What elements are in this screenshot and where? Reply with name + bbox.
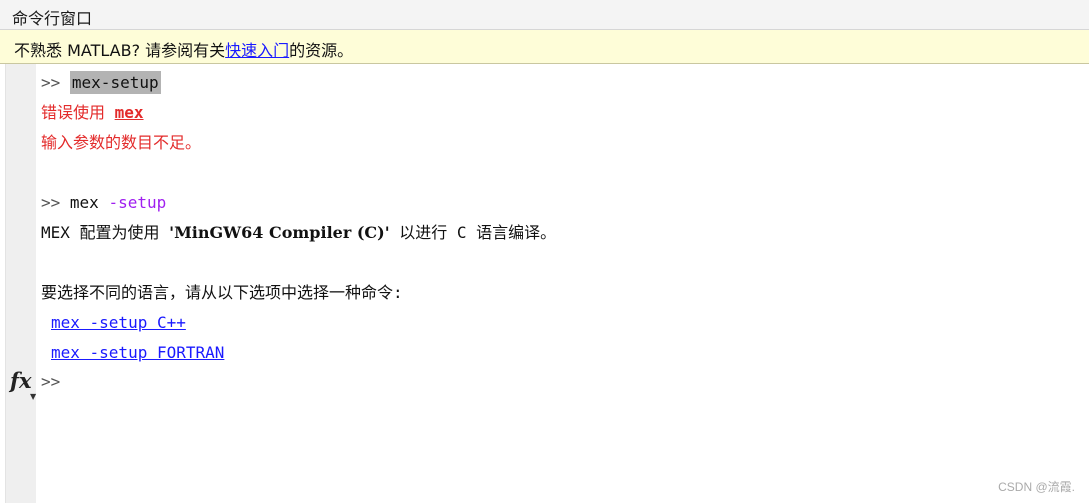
- getting-started-link[interactable]: 快速入门: [225, 41, 289, 60]
- info-line: 不熟悉 MATLAB? 请参阅有关快速入门的资源。: [14, 37, 353, 61]
- mex-config-suffix: 以进行 C 语言编译。: [389, 223, 557, 242]
- console-line-6: MEX 配置为使用 'MinGW64 Compiler (C)' 以进行 C 语…: [41, 218, 556, 248]
- title-bar: 命令行窗口: [0, 0, 1089, 30]
- command-argument: -setup: [108, 193, 167, 212]
- prompt-symbol: >>: [41, 372, 61, 391]
- info-prefix: 不熟悉 MATLAB? 请参阅有关: [14, 41, 226, 60]
- console-line-9: mex -setup C++: [51, 308, 186, 338]
- watermark: CSDN @流霞.: [998, 480, 1075, 494]
- mex-config-prefix: MEX 配置为使用: [41, 223, 170, 242]
- compiler-name: 'MinGW64 Compiler (C)': [169, 223, 390, 242]
- console-input-line[interactable]: >>: [41, 367, 60, 397]
- info-bar: 不熟悉 MATLAB? 请参阅有关快速入门的资源。: [0, 30, 1089, 64]
- error-message: 输入参数的数目不足。: [41, 133, 202, 152]
- command-window-content[interactable]: >> mex-setup 错误使用 mex 输入参数的数目不足。 >> mex …: [41, 66, 1089, 503]
- error-prefix: 错误使用: [41, 103, 115, 122]
- function-browser-icon[interactable]: fx: [10, 368, 32, 393]
- console-line-1: >> mex-setup: [41, 68, 161, 98]
- mex-setup-cpp-link[interactable]: mex -setup C++: [51, 313, 186, 332]
- console-line-8: 要选择不同的语言，请从以下选项中选择一种命令:: [41, 278, 403, 308]
- fx-dropdown-icon[interactable]: ▼: [30, 392, 36, 401]
- console-line-5: >> mex -setup: [41, 188, 166, 218]
- console-line-2: 错误使用 mex: [41, 98, 144, 128]
- prompt-gutter: [6, 64, 36, 503]
- prompt-symbol: >>: [41, 73, 61, 92]
- command-name: mex: [69, 193, 99, 212]
- info-suffix: 的资源。: [289, 41, 354, 60]
- highlighted-command: mex-setup: [69, 71, 161, 94]
- choose-language-text: 要选择不同的语言，请从以下选项中选择一种命令:: [41, 283, 403, 302]
- prompt-symbol: >>: [41, 193, 61, 212]
- mex-setup-fortran-link[interactable]: mex -setup FORTRAN: [51, 343, 224, 362]
- error-function-link[interactable]: mex: [115, 103, 144, 122]
- console-line-10: mex -setup FORTRAN: [51, 338, 224, 368]
- console-line-3: 输入参数的数目不足。: [41, 128, 201, 158]
- window-title: 命令行窗口: [12, 9, 93, 28]
